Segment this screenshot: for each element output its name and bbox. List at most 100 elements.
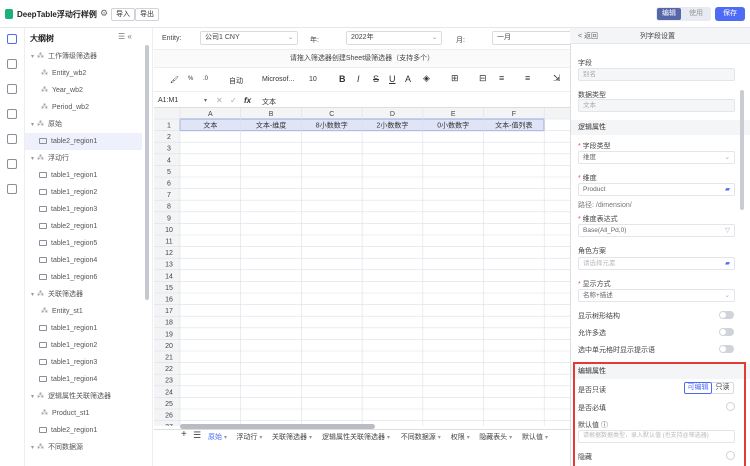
- tree-group[interactable]: ▾ ⁂ 工作簿级筛选器: [25, 48, 142, 65]
- use-mode-button[interactable]: 使用: [683, 8, 709, 20]
- gear-icon[interactable]: ⚙: [100, 8, 108, 19]
- tree-table-item[interactable]: table1_region2: [25, 184, 142, 201]
- tree-scrollbar[interactable]: [145, 45, 149, 300]
- tip-switch[interactable]: [719, 345, 734, 353]
- italic-button[interactable]: I: [357, 74, 360, 84]
- sheet-tab[interactable]: 权限 ▾: [451, 432, 470, 442]
- expr-input[interactable]: Base(All_Pd,0) ▽: [578, 224, 735, 237]
- tree-table-item[interactable]: table1_region1: [25, 167, 142, 184]
- export-button[interactable]: 导出: [135, 8, 159, 21]
- tree-group[interactable]: ▾ ⁂ 浮动行: [25, 150, 142, 167]
- outline-icon[interactable]: [7, 34, 17, 44]
- fill-color-icon[interactable]: ◈: [423, 73, 430, 84]
- tree-filter-item[interactable]: ⁂ Entity_wb2: [25, 65, 142, 82]
- edit-mode-button[interactable]: 编辑: [657, 8, 681, 20]
- tree-table-item[interactable]: table2_region1: [25, 218, 142, 235]
- column-header-f: F: [512, 111, 516, 118]
- multi-select-switch[interactable]: [719, 328, 734, 336]
- percent-icon[interactable]: %: [188, 76, 193, 82]
- collapse-icon[interactable]: ☰ «: [118, 32, 132, 41]
- bold-button[interactable]: B: [339, 74, 346, 84]
- tree-structure-switch[interactable]: [719, 311, 734, 319]
- folder-icon: ⁂: [37, 53, 45, 60]
- tree-filter-item[interactable]: ⁂ Product_st1: [25, 405, 142, 422]
- confirm-icon[interactable]: ✓: [230, 96, 237, 105]
- sheet-tab[interactable]: 默认值 ▾: [522, 432, 548, 442]
- filter-icon: ⁂: [41, 87, 48, 94]
- format-painter-icon[interactable]: 🖌: [170, 76, 179, 84]
- folder-icon: ▰: [725, 260, 730, 267]
- month-filter-select[interactable]: 一月: [492, 31, 574, 45]
- chevron-down-icon: ⌄: [724, 154, 730, 161]
- role-input[interactable]: 请选择元素 ▰: [578, 257, 735, 270]
- header-cell: 8小数数字: [316, 121, 348, 130]
- font-select[interactable]: Microsof...: [262, 76, 294, 83]
- calendar-icon[interactable]: [7, 159, 17, 169]
- tree-table-item[interactable]: table1_region1: [25, 320, 142, 337]
- spreadsheet-grid[interactable]: A文本B文本-维度C8小数数字D2小数数字E0小数数字F文本-值列表G12345…: [154, 108, 570, 426]
- tree-group[interactable]: ▾ ⁂ 不同数据源: [25, 439, 142, 456]
- tree-table-item[interactable]: table1_region6: [25, 269, 142, 286]
- tree-table-item[interactable]: table2_region1: [25, 133, 142, 150]
- tree-table-item[interactable]: table1_region3: [25, 354, 142, 371]
- sheet-filter-drop-hint[interactable]: 请拖入筛选器创建Sheet级筛选器（支持多个）: [154, 50, 570, 68]
- panel-scrollbar[interactable]: [740, 90, 744, 210]
- sheet-tab[interactable]: 不同数据源 ▾: [401, 432, 441, 442]
- display-select[interactable]: 名称+描述 ⌄: [578, 289, 735, 302]
- align-middle-icon[interactable]: ≡: [525, 73, 530, 83]
- sheet-list-icon[interactable]: ☰: [193, 430, 201, 441]
- back-button[interactable]: < 返回: [578, 31, 598, 41]
- tree-table-item[interactable]: table1_region4: [25, 252, 142, 269]
- tree-table-item[interactable]: table2_region1: [25, 422, 142, 439]
- decimal-icon[interactable]: .0: [203, 76, 208, 82]
- year-filter-select[interactable]: 2022年 ⌄: [346, 31, 442, 45]
- formula-input[interactable]: 文本: [262, 97, 276, 107]
- hierarchy-icon[interactable]: [7, 184, 17, 194]
- cancel-icon[interactable]: ✕: [216, 96, 223, 105]
- save-button[interactable]: 保存: [715, 7, 745, 21]
- align-left-icon[interactable]: ≡: [499, 73, 504, 83]
- wrap-icon[interactable]: ⇲: [553, 73, 561, 84]
- tree-table-item[interactable]: table1_region4: [25, 371, 142, 388]
- dimension-input[interactable]: Product ▰: [578, 183, 735, 196]
- database-icon[interactable]: [7, 109, 17, 119]
- shield-icon[interactable]: [7, 134, 17, 144]
- font-size-select[interactable]: 10: [309, 76, 317, 83]
- strikethrough-button[interactable]: S: [373, 74, 379, 84]
- year-filter-value: 2022年: [351, 34, 374, 41]
- sheet-tab[interactable]: 逻辑属性关联筛选器 ▾: [322, 432, 390, 442]
- add-sheet-icon[interactable]: +: [181, 429, 187, 440]
- number-format-select[interactable]: 自动: [229, 76, 243, 86]
- row-number: 7: [167, 192, 171, 199]
- tree-filter-item[interactable]: ⁂ Entity_st1: [25, 303, 142, 320]
- sheet-tab[interactable]: 浮动行 ▾: [236, 432, 262, 442]
- table-icon: [39, 240, 47, 247]
- sheet-tab[interactable]: 隐藏表头 ▾: [479, 432, 512, 442]
- merge-icon[interactable]: ⊟: [479, 73, 487, 84]
- entity-filter-select[interactable]: 公司1 CNY ⌄: [200, 31, 298, 45]
- font-color-icon[interactable]: A: [405, 74, 411, 84]
- tree-group[interactable]: ▾ ⁂ 关联筛选器: [25, 286, 142, 303]
- table-icon[interactable]: [7, 84, 17, 94]
- sheet-tab[interactable]: 关联筛选器 ▾: [272, 432, 312, 442]
- tree-group[interactable]: ▾ ⁂ 逻辑属性关联筛选器: [25, 388, 142, 405]
- cell-reference[interactable]: A1:M1: [158, 97, 178, 104]
- sheet-tab[interactable]: 原始 ▾: [208, 432, 227, 442]
- tree-table-item[interactable]: table1_region5: [25, 235, 142, 252]
- tree-filter-item[interactable]: ⁂ Period_wb2: [25, 99, 142, 116]
- row-number: 11: [165, 239, 172, 246]
- tree-structure-label: 显示树形结构: [578, 313, 620, 320]
- border-icon[interactable]: ⊞: [451, 73, 459, 84]
- caret-down-icon[interactable]: ▾: [204, 97, 207, 104]
- grid-icon[interactable]: [7, 59, 17, 69]
- field-type-select[interactable]: 维度 ⌄: [578, 151, 735, 164]
- table-icon: [39, 274, 47, 281]
- tree-filter-item[interactable]: ⁂ Year_wb2: [25, 82, 142, 99]
- field-input[interactable]: 别名: [578, 68, 735, 81]
- tree-group[interactable]: ▾ ⁂ 原始: [25, 116, 142, 133]
- underline-button[interactable]: U: [389, 74, 396, 84]
- tree-table-item[interactable]: table1_region3: [25, 201, 142, 218]
- header-cell: 2小数数字: [376, 121, 408, 130]
- import-button[interactable]: 导入: [111, 8, 135, 21]
- tree-table-item[interactable]: table1_region2: [25, 337, 142, 354]
